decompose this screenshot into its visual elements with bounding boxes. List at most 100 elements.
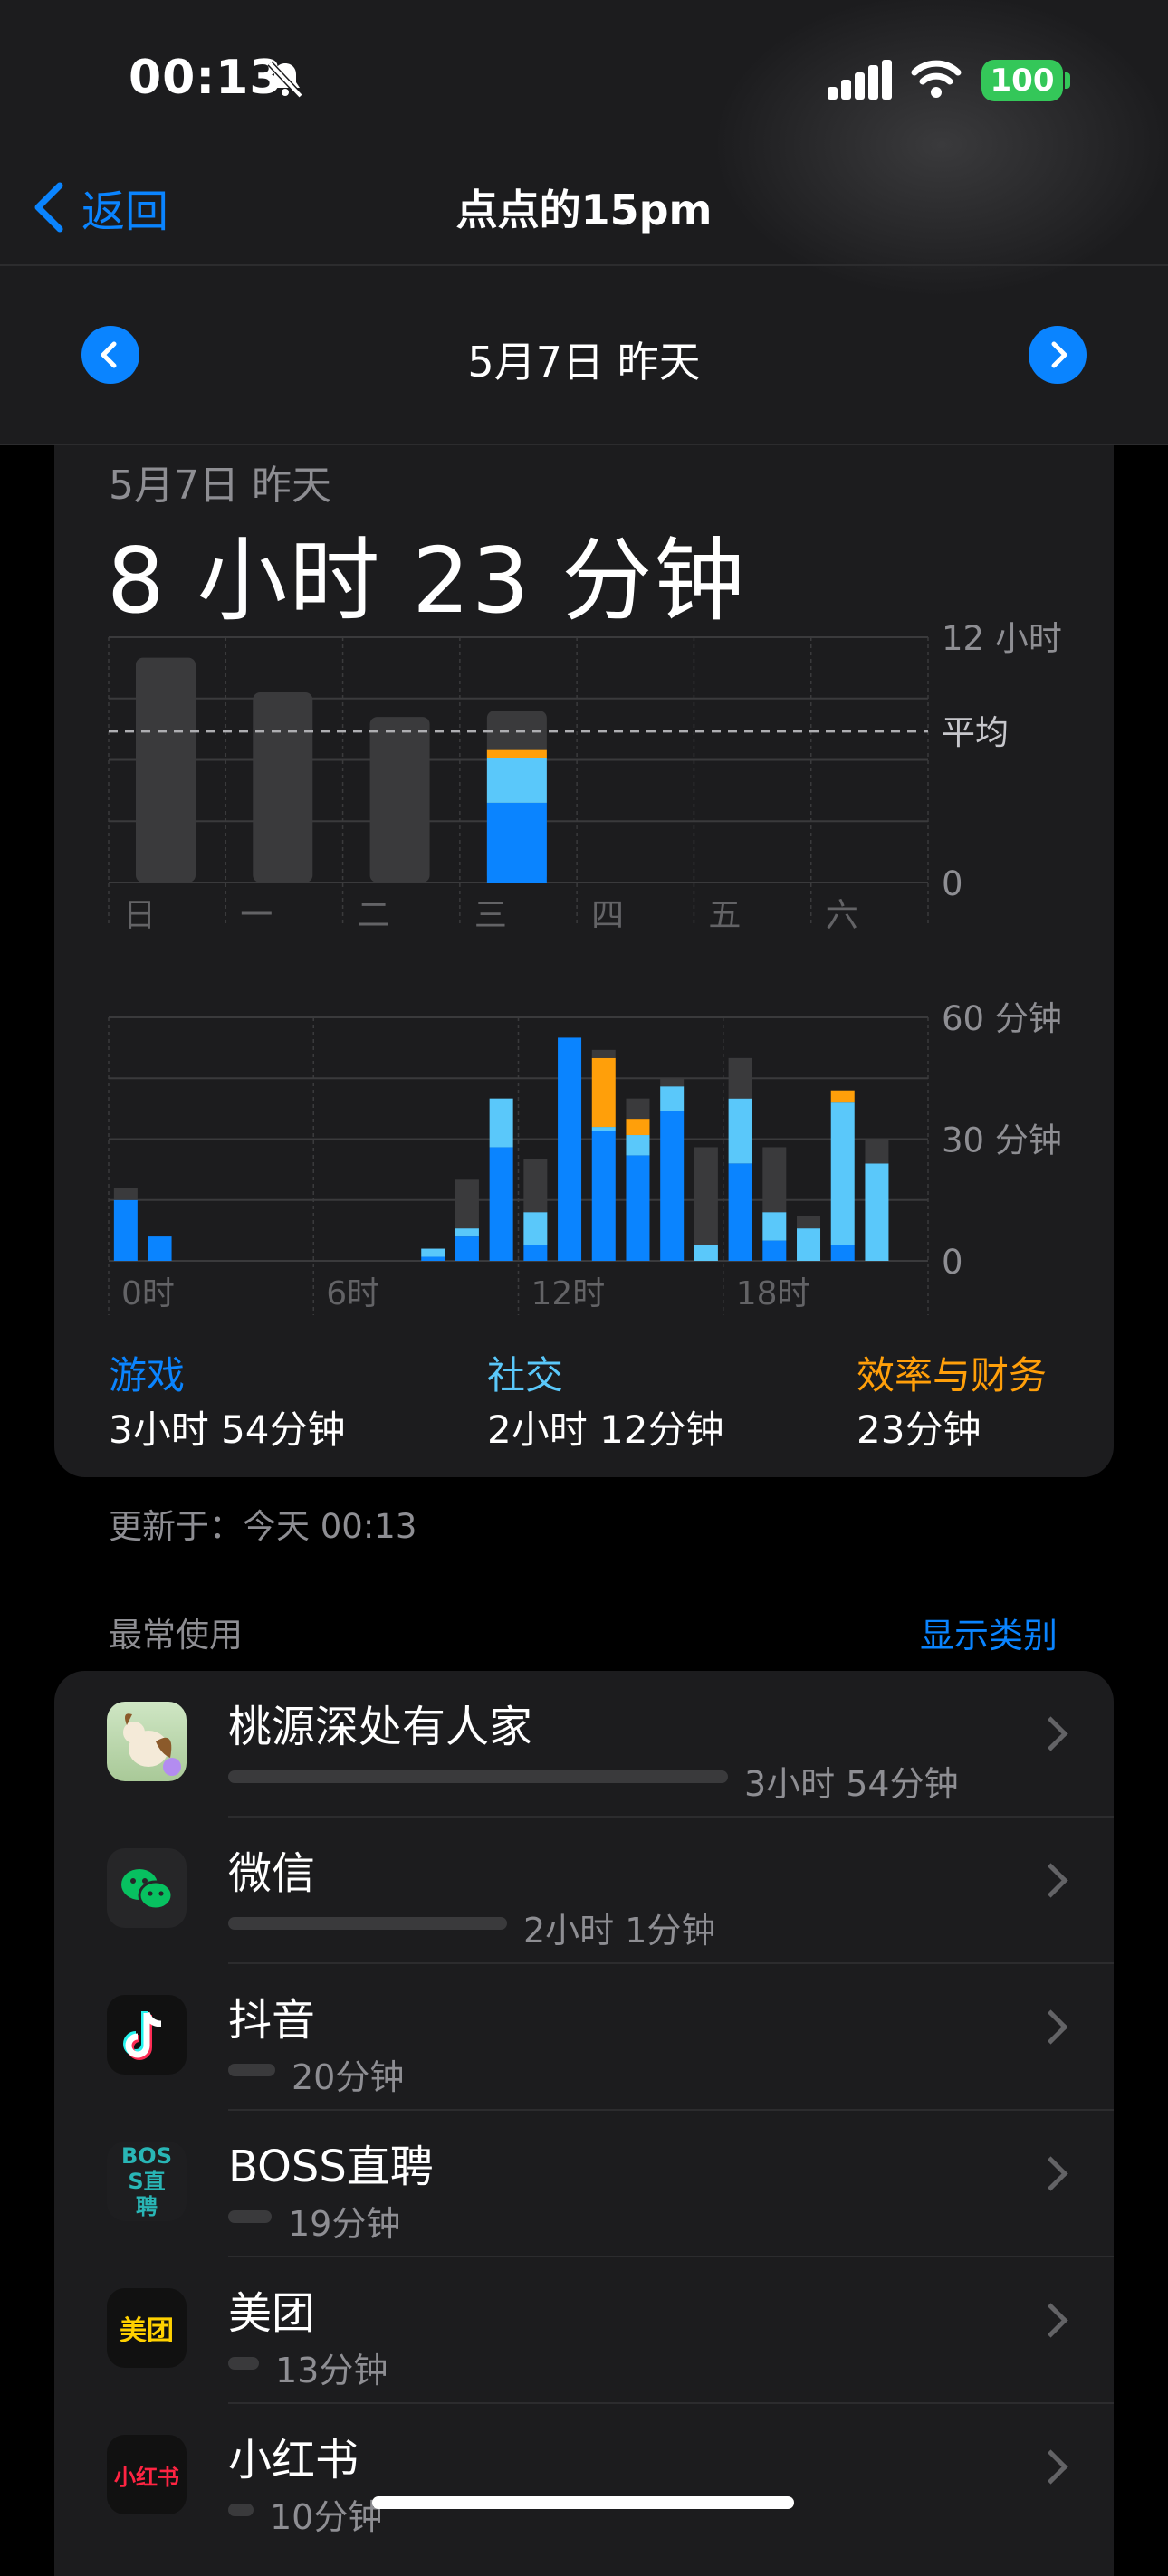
hour-bar-segment xyxy=(626,1098,650,1120)
app-row[interactable]: 抖音 20分钟 xyxy=(54,1964,1114,2111)
category-productivity-value: 23分钟 xyxy=(857,1407,981,1452)
app-name: 小红书 xyxy=(228,2435,359,2485)
meituan-icon: 美团 xyxy=(107,2288,187,2368)
app-duration: 3小时 54分钟 xyxy=(744,1764,959,1804)
status-time: 00:13 xyxy=(129,51,283,105)
xiaohongshu-icon: 小红书 xyxy=(107,2435,187,2514)
x-tick-label: 0时 xyxy=(121,1275,175,1312)
hour-bar-segment xyxy=(523,1245,548,1261)
y-tick-label: 0 xyxy=(942,864,963,903)
x-tick-label: 五 xyxy=(708,897,741,934)
hour-bar-segment xyxy=(626,1155,650,1261)
hour-bar-segment xyxy=(865,1163,889,1261)
app-name: 抖音 xyxy=(228,1995,316,2046)
x-tick-label: 12时 xyxy=(531,1275,606,1312)
hour-bar-segment xyxy=(489,1098,513,1148)
app-name: BOSS直聘 xyxy=(228,2142,434,2192)
hour-bar-segment xyxy=(797,1216,821,1229)
x-tick-label: 三 xyxy=(474,897,507,934)
day-bar xyxy=(369,717,430,883)
app-row[interactable]: 桃源深处有人家 3小时 54分钟 xyxy=(54,1671,1114,1818)
game-app-icon xyxy=(107,1702,187,1781)
hour-bar-segment xyxy=(591,1131,616,1261)
x-tick-label: 六 xyxy=(826,897,858,934)
updated-time: 更新于：今天 00:13 xyxy=(109,1507,417,1546)
meituan-icon-text: 美团 xyxy=(120,2315,174,2347)
app-name: 桃源深处有人家 xyxy=(228,1702,533,1752)
hour-bar-segment xyxy=(421,1256,445,1261)
hour-bar-segment xyxy=(728,1057,752,1099)
hour-bar-segment xyxy=(591,1127,616,1131)
hour-bar-segment xyxy=(660,1086,685,1111)
douyin-icon xyxy=(107,1995,187,2075)
usage-bar xyxy=(228,2210,272,2223)
average-label: 平均 xyxy=(942,713,1009,752)
chevron-right-icon xyxy=(1051,341,1067,368)
hour-bar-segment xyxy=(523,1159,548,1213)
category-games-value: 3小时 54分钟 xyxy=(109,1407,346,1452)
app-row[interactable]: 微信 2小时 1分钟 xyxy=(54,1818,1114,1964)
usage-bar xyxy=(228,2504,254,2516)
category-social-label: 社交 xyxy=(487,1353,564,1398)
hour-bar-segment xyxy=(421,1248,445,1257)
day-bar-segment xyxy=(486,758,547,803)
hour-bar-segment xyxy=(148,1236,172,1261)
show-categories-button[interactable]: 显示类别 xyxy=(920,1608,1058,1657)
cellular-signal-icon xyxy=(828,60,892,100)
app-duration: 2小时 1分钟 xyxy=(523,1911,716,1951)
day-bar xyxy=(253,692,313,883)
day-bar-segment xyxy=(486,802,547,883)
day-bar-segment xyxy=(486,749,547,758)
hour-bar-segment xyxy=(626,1135,650,1156)
hour-bar-segment xyxy=(591,1049,616,1058)
app-row[interactable]: 小红书 小红书 10分钟 xyxy=(54,2404,1114,2551)
most-used-list: 桃源深处有人家 3小时 54分钟 微信 2小时 1分钟 抖音 20分钟 BOSS… xyxy=(54,1671,1114,2576)
app-duration: 20分钟 xyxy=(292,2057,405,2097)
battery-cap xyxy=(1065,72,1070,89)
app-row[interactable]: 美团 美团 13分钟 xyxy=(54,2257,1114,2404)
category-productivity-label: 效率与财务 xyxy=(857,1353,1048,1398)
hour-bar-segment xyxy=(591,1057,616,1128)
hour-bar-segment xyxy=(762,1147,787,1213)
hour-bar-segment xyxy=(523,1212,548,1245)
page-title: 点点的15pm xyxy=(455,186,713,234)
hour-bar-segment xyxy=(830,1102,855,1245)
hourly-usage-chart: 0时 6时 12时 18时 60 分钟 30 分钟 0 xyxy=(108,999,1062,1315)
x-tick-label: 6时 xyxy=(326,1275,379,1312)
usage-bar xyxy=(228,2357,259,2370)
x-tick-label: 二 xyxy=(358,897,390,934)
hour-bar-segment xyxy=(830,1090,855,1103)
wifi-icon xyxy=(911,58,962,100)
home-indicator[interactable] xyxy=(372,2496,794,2509)
daily-usage-chart: 日 一 二 三 四 五 六 12 小时平均 0 xyxy=(108,619,1062,934)
app-duration: 19分钟 xyxy=(288,2204,401,2244)
y-tick-label: 12 小时 xyxy=(942,619,1062,658)
date-selector-title: 5月7日 昨天 xyxy=(467,338,701,386)
hour-bar-segment xyxy=(558,1037,582,1261)
day-bar xyxy=(136,657,196,883)
category-games-label: 游戏 xyxy=(109,1353,186,1398)
next-day-button[interactable] xyxy=(1029,326,1087,384)
most-used-heading: 最常使用 xyxy=(109,1616,243,1655)
battery-indicator: 100 xyxy=(981,60,1063,101)
y-tick-label: 30 分钟 xyxy=(942,1121,1062,1160)
app-duration: 13分钟 xyxy=(275,2351,388,2390)
boss-icon-text: BOSS直聘 xyxy=(121,2143,172,2219)
hour-bar-segment xyxy=(694,1147,718,1245)
usage-bar xyxy=(228,2064,275,2076)
hour-bar-segment xyxy=(865,1139,889,1164)
hour-bar-segment xyxy=(455,1236,479,1261)
app-row[interactable]: BOSS直聘 BOSS直聘 19分钟 xyxy=(54,2111,1114,2257)
hour-bar-segment xyxy=(762,1240,787,1261)
divider xyxy=(0,264,1168,266)
y-tick-label: 0 xyxy=(942,1243,963,1282)
y-tick-label: 60 分钟 xyxy=(942,999,1062,1038)
hour-bar-segment xyxy=(455,1179,479,1229)
hour-bar-segment xyxy=(728,1163,752,1261)
x-tick-label: 18时 xyxy=(736,1275,810,1312)
chevron-right-icon xyxy=(1033,1716,1068,1751)
hour-bar-segment xyxy=(797,1228,821,1261)
wechat-icon xyxy=(107,1848,187,1928)
hour-bar-segment xyxy=(660,1111,685,1261)
chevron-right-icon xyxy=(1033,2009,1068,2045)
